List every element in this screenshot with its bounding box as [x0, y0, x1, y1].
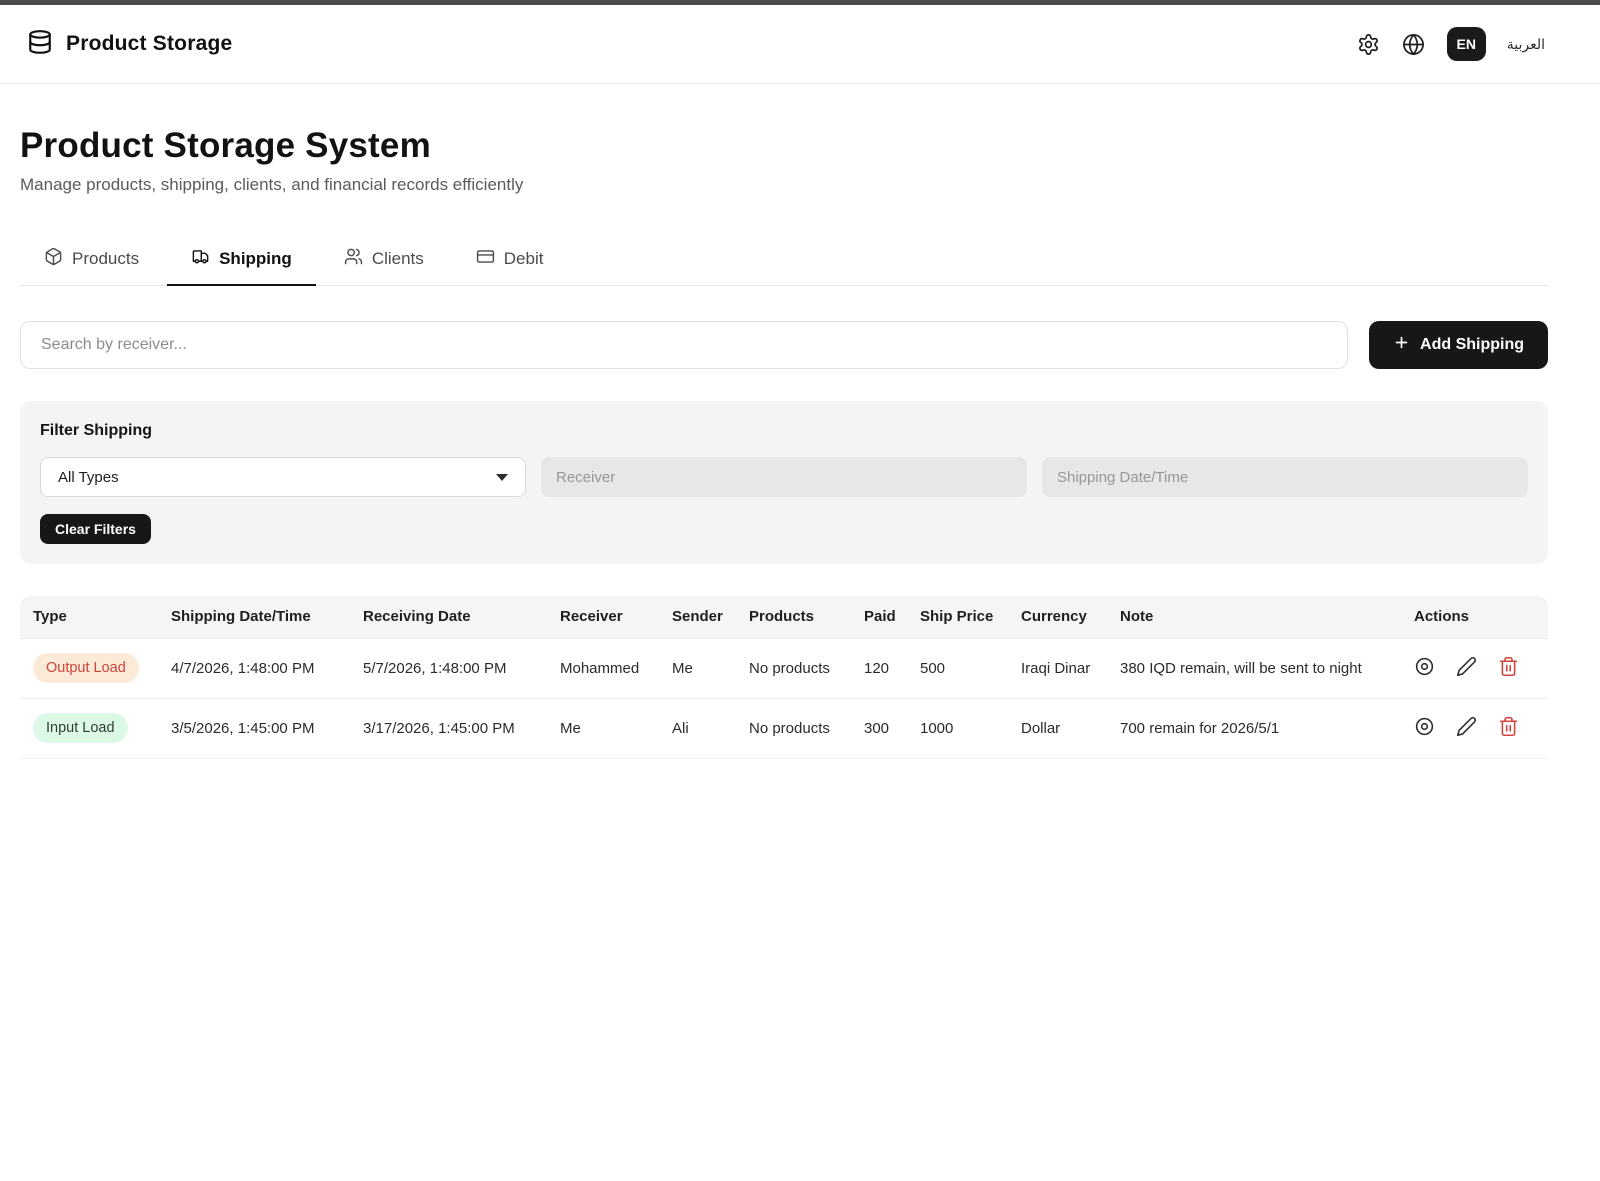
- cell-shipping-date: 3/5/2026, 1:45:00 PM: [158, 698, 350, 758]
- tab-shipping[interactable]: Shipping: [167, 235, 316, 285]
- language-en-button[interactable]: EN: [1447, 27, 1486, 61]
- credit-card-icon: [476, 247, 495, 271]
- brand: Product Storage: [27, 29, 232, 60]
- tab-label: Debit: [504, 249, 544, 269]
- column-header-shipping-date-time: Shipping Date/Time: [158, 596, 350, 638]
- filter-title: Filter Shipping: [40, 422, 1528, 440]
- column-header-products: Products: [736, 596, 851, 638]
- toolbar: Add Shipping: [20, 321, 1548, 369]
- cell-sender: Ali: [659, 698, 736, 758]
- tab-clients[interactable]: Clients: [320, 235, 448, 285]
- trash-icon: [1498, 665, 1519, 680]
- column-header-receiver: Receiver: [547, 596, 659, 638]
- app-title: Product Storage: [66, 32, 232, 56]
- users-icon: [344, 247, 363, 271]
- table-row: Output Load 4/7/2026, 1:48:00 PM 5/7/202…: [20, 638, 1548, 698]
- type-badge: Output Load: [33, 653, 139, 683]
- cell-note: 700 remain for 2026/5/1: [1107, 698, 1401, 758]
- type-filter-select[interactable]: All Types: [40, 457, 526, 497]
- settings-gear-icon[interactable]: [1357, 32, 1381, 56]
- cell-shipping-date: 4/7/2026, 1:48:00 PM: [158, 638, 350, 698]
- tab-debit[interactable]: Debit: [452, 235, 568, 285]
- tab-label: Products: [72, 249, 139, 269]
- edit-button[interactable]: [1456, 656, 1477, 680]
- database-icon: [27, 29, 53, 60]
- delete-button[interactable]: [1498, 716, 1519, 740]
- trash-icon: [1498, 725, 1519, 740]
- edit-button[interactable]: [1456, 716, 1477, 740]
- add-shipping-label: Add Shipping: [1420, 336, 1524, 354]
- header-actions: EN العربية: [1357, 27, 1545, 61]
- package-icon: [44, 247, 63, 271]
- column-header-sender: Sender: [659, 596, 736, 638]
- column-header-paid: Paid: [851, 596, 907, 638]
- cell-ship-price: 500: [907, 638, 1008, 698]
- cell-ship-price: 1000: [907, 698, 1008, 758]
- search-input[interactable]: [20, 321, 1348, 369]
- column-header-ship-price: Ship Price: [907, 596, 1008, 638]
- view-button[interactable]: [1414, 656, 1435, 680]
- cell-sender: Me: [659, 638, 736, 698]
- language-arabic-button[interactable]: العربية: [1507, 36, 1545, 53]
- view-button[interactable]: [1414, 716, 1435, 740]
- truck-icon: [191, 247, 210, 271]
- delete-button[interactable]: [1498, 656, 1519, 680]
- eye-icon: [1414, 665, 1435, 680]
- column-header-currency: Currency: [1008, 596, 1107, 638]
- chevron-down-icon: [496, 474, 508, 481]
- cell-paid: 120: [851, 638, 907, 698]
- type-filter-value: All Types: [58, 469, 119, 486]
- type-badge: Input Load: [33, 713, 128, 743]
- shipping-table: TypeShipping Date/TimeReceiving DateRece…: [20, 596, 1548, 759]
- eye-icon: [1414, 725, 1435, 740]
- add-shipping-button[interactable]: Add Shipping: [1369, 321, 1548, 369]
- cell-products: No products: [736, 638, 851, 698]
- pencil-icon: [1456, 725, 1477, 740]
- cell-receiver: Mohammed: [547, 638, 659, 698]
- filter-controls: All Types: [40, 457, 1528, 497]
- column-header-actions: Actions: [1401, 596, 1548, 638]
- table-row: Input Load 3/5/2026, 1:45:00 PM 3/17/202…: [20, 698, 1548, 758]
- tab-products[interactable]: Products: [20, 235, 163, 285]
- clear-filters-button[interactable]: Clear Filters: [40, 514, 151, 544]
- cell-receiver: Me: [547, 698, 659, 758]
- cell-products: No products: [736, 698, 851, 758]
- cell-paid: 300: [851, 698, 907, 758]
- cell-receiving-date: 5/7/2026, 1:48:00 PM: [350, 638, 547, 698]
- cell-currency: Iraqi Dinar: [1008, 638, 1107, 698]
- tab-label: Shipping: [219, 249, 292, 269]
- shipping-date-filter-input[interactable]: [1042, 457, 1528, 497]
- cell-note: 380 IQD remain, will be sent to night: [1107, 638, 1401, 698]
- shipping-table-body: Output Load 4/7/2026, 1:48:00 PM 5/7/202…: [20, 638, 1548, 758]
- page-title: Product Storage System: [20, 126, 1548, 166]
- tab-label: Clients: [372, 249, 424, 269]
- table-header-row: TypeShipping Date/TimeReceiving DateRece…: [20, 596, 1548, 638]
- page-subtitle: Manage products, shipping, clients, and …: [20, 175, 1548, 195]
- column-header-note: Note: [1107, 596, 1401, 638]
- pencil-icon: [1456, 665, 1477, 680]
- filter-panel: Filter Shipping All Types Clear Filters: [20, 401, 1548, 564]
- plus-icon: [1393, 334, 1410, 356]
- receiver-filter-input[interactable]: [541, 457, 1027, 497]
- column-header-receiving-date: Receiving Date: [350, 596, 547, 638]
- main-content: Product Storage System Manage products, …: [20, 126, 1548, 759]
- app-header: Product Storage EN العربية: [0, 5, 1600, 84]
- column-header-type: Type: [20, 596, 158, 638]
- cell-currency: Dollar: [1008, 698, 1107, 758]
- globe-icon[interactable]: [1402, 32, 1426, 56]
- tab-bar: Products Shipping: [20, 235, 1548, 286]
- cell-receiving-date: 3/17/2026, 1:45:00 PM: [350, 698, 547, 758]
